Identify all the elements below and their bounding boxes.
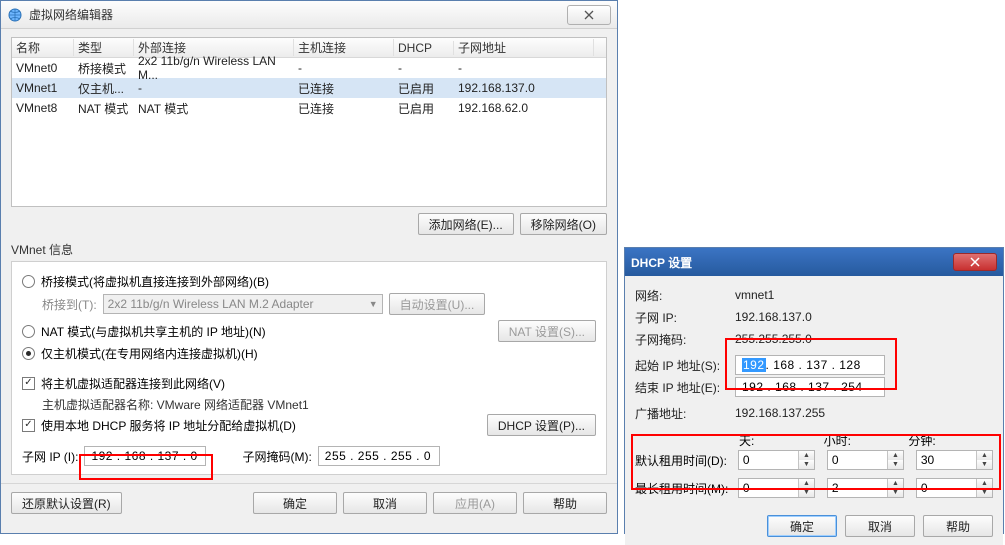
net-label: 网络: [635,287,735,304]
vmnet-info-group: 桥接模式(将虚拟机直接连接到外部网络)(B) 桥接到(T): 2x2 11b/g… [11,261,607,475]
check-dhcp[interactable]: 使用本地 DHCP 服务将 IP 地址分配给虚拟机(D) DHCP 设置(P).… [22,414,596,436]
window-body: 名称 类型 外部连接 主机连接 DHCP 子网地址 VMnet0 桥接模式 2x… [1,29,617,483]
subnet-ip-label: 子网 IP (I): [22,448,78,465]
end-ip-field[interactable]: 192 . 168 . 137 . 254 [735,377,885,397]
default-lease-days[interactable]: 0▲▼ [738,450,815,470]
bottom-bar: 还原默认设置(R) 确定 取消 应用(A) 帮助 [1,483,617,522]
col-dhcp[interactable]: DHCP [394,41,454,55]
table-buttons: 添加网络(E)... 移除网络(O) [11,213,607,235]
up-arrow-icon[interactable]: ▲ [977,451,992,460]
down-arrow-icon[interactable]: ▼ [888,488,903,497]
check-host-adapter[interactable]: 将主机虚拟适配器连接到此网络(V) [22,372,596,394]
subnet-ip-label: 子网 IP: [635,309,735,326]
subnet-ip-value: 192.168.137.0 [735,310,812,324]
checkbox-icon [22,419,35,432]
col-type[interactable]: 类型 [74,39,134,56]
start-ip-label: 起始 IP 地址(S): [635,357,735,374]
start-ip-field[interactable]: 192 . 168 . 137 . 128 [735,355,885,375]
lease-time-headers: 天: 小时: 分钟: [739,432,993,449]
max-lease-hours[interactable]: 2▲▼ [827,478,904,498]
vmnet-info-label: VMnet 信息 [11,241,607,258]
radio-icon [22,347,35,360]
auto-settings-button: 自动设置(U)... [389,293,486,315]
end-ip-label: 结束 IP 地址(E): [635,379,735,396]
up-arrow-icon[interactable]: ▲ [799,451,814,460]
col-subnet[interactable]: 子网地址 [454,39,594,56]
nat-settings-button: NAT 设置(S)... [498,320,596,342]
default-lease-hours[interactable]: 0▲▼ [827,450,904,470]
subnet-mask-label: 子网掩码(M): [242,448,311,465]
apply-button: 应用(A) [433,492,517,514]
up-arrow-icon[interactable]: ▲ [888,451,903,460]
max-lease-days[interactable]: 0▲▼ [738,478,815,498]
window-title: 虚拟网络编辑器 [29,6,563,23]
default-lease-label: 默认租用时间(D): [635,452,738,469]
add-network-button[interactable]: 添加网络(E)... [418,213,514,235]
up-arrow-icon[interactable]: ▲ [888,479,903,488]
col-name[interactable]: 名称 [12,39,74,56]
checkbox-icon [22,377,35,390]
host-adapter-name: 主机虚拟适配器名称: VMware 网络适配器 VMnet1 [42,394,596,414]
cancel-button[interactable]: 取消 [343,492,427,514]
network-table: 名称 类型 外部连接 主机连接 DHCP 子网地址 VMnet0 桥接模式 2x… [11,37,607,207]
bridge-to-label: 桥接到(T): [42,296,97,313]
broadcast-label: 广播地址: [635,405,735,422]
mins-label: 分钟: [908,432,993,449]
help-button[interactable]: 帮助 [523,492,607,514]
close-button[interactable] [567,5,611,25]
radio-host-only[interactable]: 仅主机模式(在专用网络内连接虚拟机)(H) [22,342,596,364]
hours-label: 小时: [824,432,909,449]
remove-network-button[interactable]: 移除网络(O) [520,213,607,235]
titlebar[interactable]: 虚拟网络编辑器 [1,1,617,29]
restore-defaults-button[interactable]: 还原默认设置(R) [11,492,122,514]
subnet-mask-value: 255.255.255.0 [735,332,812,346]
chevron-down-icon: ▼ [369,299,378,309]
broadcast-value: 192.168.137.255 [735,406,825,420]
radio-bridge[interactable]: 桥接模式(将虚拟机直接连接到外部网络)(B) [22,270,596,292]
down-arrow-icon[interactable]: ▼ [799,460,814,469]
down-arrow-icon[interactable]: ▼ [799,488,814,497]
table-row[interactable]: VMnet0 桥接模式 2x2 11b/g/n Wireless LAN M..… [12,58,606,78]
radio-nat[interactable]: NAT 模式(与虚拟机共享主机的 IP 地址)(N) NAT 设置(S)... [22,320,596,342]
window-title: DHCP 设置 [631,254,953,271]
down-arrow-icon[interactable]: ▼ [977,460,992,469]
ok-button[interactable]: 确定 [253,492,337,514]
down-arrow-icon[interactable]: ▼ [888,460,903,469]
days-label: 天: [739,432,824,449]
max-lease-label: 最长租用时间(M): [635,480,738,497]
up-arrow-icon[interactable]: ▲ [799,479,814,488]
up-arrow-icon[interactable]: ▲ [977,479,992,488]
col-host[interactable]: 主机连接 [294,39,394,56]
bridge-to-combo: 2x2 11b/g/n Wireless LAN M.2 Adapter ▼ [103,294,383,314]
radio-icon [22,325,35,338]
table-row[interactable]: VMnet8 NAT 模式 NAT 模式 已连接 已启用 192.168.62.… [12,98,606,118]
app-icon [7,7,23,23]
max-lease-mins[interactable]: 0▲▼ [916,478,993,498]
net-value: vmnet1 [735,288,774,302]
subnet-mask-label: 子网掩码: [635,331,735,348]
dhcp-settings-window: DHCP 设置 网络:vmnet1 子网 IP:192.168.137.0 子网… [624,247,1004,534]
subnet-mask-field[interactable]: 255 . 255 . 255 . 0 [318,446,440,466]
dhcp-settings-button[interactable]: DHCP 设置(P)... [487,414,596,436]
titlebar[interactable]: DHCP 设置 [625,248,1003,276]
virtual-network-editor-window: 虚拟网络编辑器 名称 类型 外部连接 主机连接 DHCP 子网地址 VMnet0… [0,0,618,534]
table-row[interactable]: VMnet1 仅主机... - 已连接 已启用 192.168.137.0 [12,78,606,98]
radio-icon [22,275,35,288]
table-header-row: 名称 类型 外部连接 主机连接 DHCP 子网地址 [12,38,606,58]
default-lease-mins[interactable]: 30▲▼ [916,450,993,470]
close-button[interactable] [953,253,997,271]
subnet-ip-field[interactable]: 192 . 168 . 137 . 0 [84,446,206,466]
down-arrow-icon[interactable]: ▼ [977,488,992,497]
